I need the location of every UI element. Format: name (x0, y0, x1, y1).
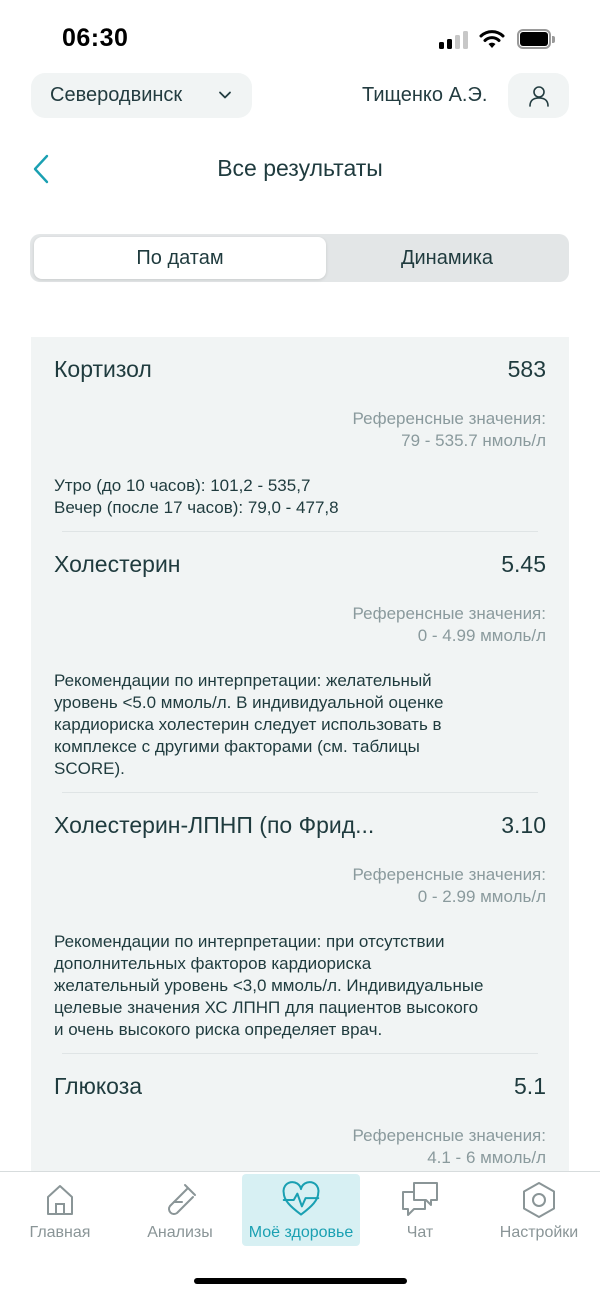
heart-pulse-icon (282, 1181, 320, 1216)
profile-button[interactable] (508, 73, 569, 118)
result-name: Холестерин-ЛПНП (по Фрид... (54, 812, 375, 838)
segment-by-date[interactable]: По датам (34, 237, 326, 279)
result-name: Глюкоза (54, 1073, 143, 1099)
chevron-down-icon (219, 91, 231, 99)
reference-value: 0 - 4.99 ммоль/л (417, 626, 546, 645)
result-value: 583 (507, 356, 546, 382)
result-note: Рекомендации по интерпретации: при отсут… (54, 932, 484, 1039)
page-title: Все результаты (217, 155, 383, 181)
tab-settings[interactable]: Настройки (480, 1174, 598, 1246)
result-item[interactable]: Холестерин-ЛПНП (по Фрид... 3.10 Референ… (31, 793, 569, 1054)
status-time: 06:30 (62, 24, 129, 52)
settings-icon (523, 1182, 555, 1218)
view-segmented-control: По датам Динамика (30, 234, 569, 282)
tab-label: Анализы (147, 1224, 213, 1241)
city-select[interactable]: Северодвинск (31, 73, 252, 118)
tab-home[interactable]: Главная (1, 1174, 119, 1246)
battery-icon (517, 29, 555, 49)
tab-chat[interactable]: Чат (361, 1174, 479, 1246)
tab-my-health[interactable]: Моё здоровье (242, 1174, 360, 1246)
result-item[interactable]: Холестерин 5.45 Референсные значения: 0 … (31, 532, 569, 793)
home-indicator (194, 1278, 407, 1284)
reference-label: Референсные значения: (352, 409, 546, 428)
result-item[interactable]: Глюкоза 5.1 Референсные значения: 4.1 - … (31, 1054, 569, 1169)
city-label: Северодвинск (50, 84, 183, 106)
tab-label: Настройки (499, 1224, 579, 1241)
result-value: 5.45 (501, 551, 546, 577)
user-icon (528, 85, 549, 107)
tab-label: Главная (29, 1224, 91, 1241)
tab-analyses[interactable]: Анализы (121, 1174, 239, 1246)
reference-label: Референсные значения: (352, 604, 546, 623)
segment-dynamics[interactable]: Динамика (328, 237, 566, 279)
wifi-icon (479, 30, 505, 48)
reference-value: 0 - 2.99 ммоль/л (417, 887, 546, 906)
result-value: 5.1 (514, 1073, 546, 1099)
result-name: Кортизол (54, 356, 152, 382)
home-icon (47, 1185, 73, 1215)
cellular-signal-icon (439, 31, 469, 49)
result-note: Рекомендации по интерпретации: желательн… (54, 671, 444, 778)
status-bar: 06:30 (0, 0, 600, 70)
user-name[interactable]: Тищенко А.Э. (362, 84, 487, 107)
reference-label: Референсные значения: (352, 1126, 546, 1145)
tab-label: Чат (406, 1224, 434, 1241)
result-note: Утро (до 10 часов): 101,2 - 535,7 Вечер … (54, 476, 339, 517)
chat-icon (402, 1182, 438, 1216)
results-list: Кортизол 583 Референсные значения: 79 - … (31, 337, 569, 1172)
result-name: Холестерин (54, 551, 181, 577)
reference-value: 79 - 535.7 нмоль/л (401, 431, 546, 450)
reference-label: Референсные значения: (352, 865, 546, 884)
test-tube-icon (168, 1184, 196, 1215)
reference-value: 4.1 - 6 ммоль/л (427, 1148, 546, 1167)
result-item[interactable]: Кортизол 583 Референсные значения: 79 - … (31, 337, 569, 532)
result-value: 3.10 (501, 812, 546, 838)
tab-label: Моё здоровье (248, 1224, 354, 1241)
